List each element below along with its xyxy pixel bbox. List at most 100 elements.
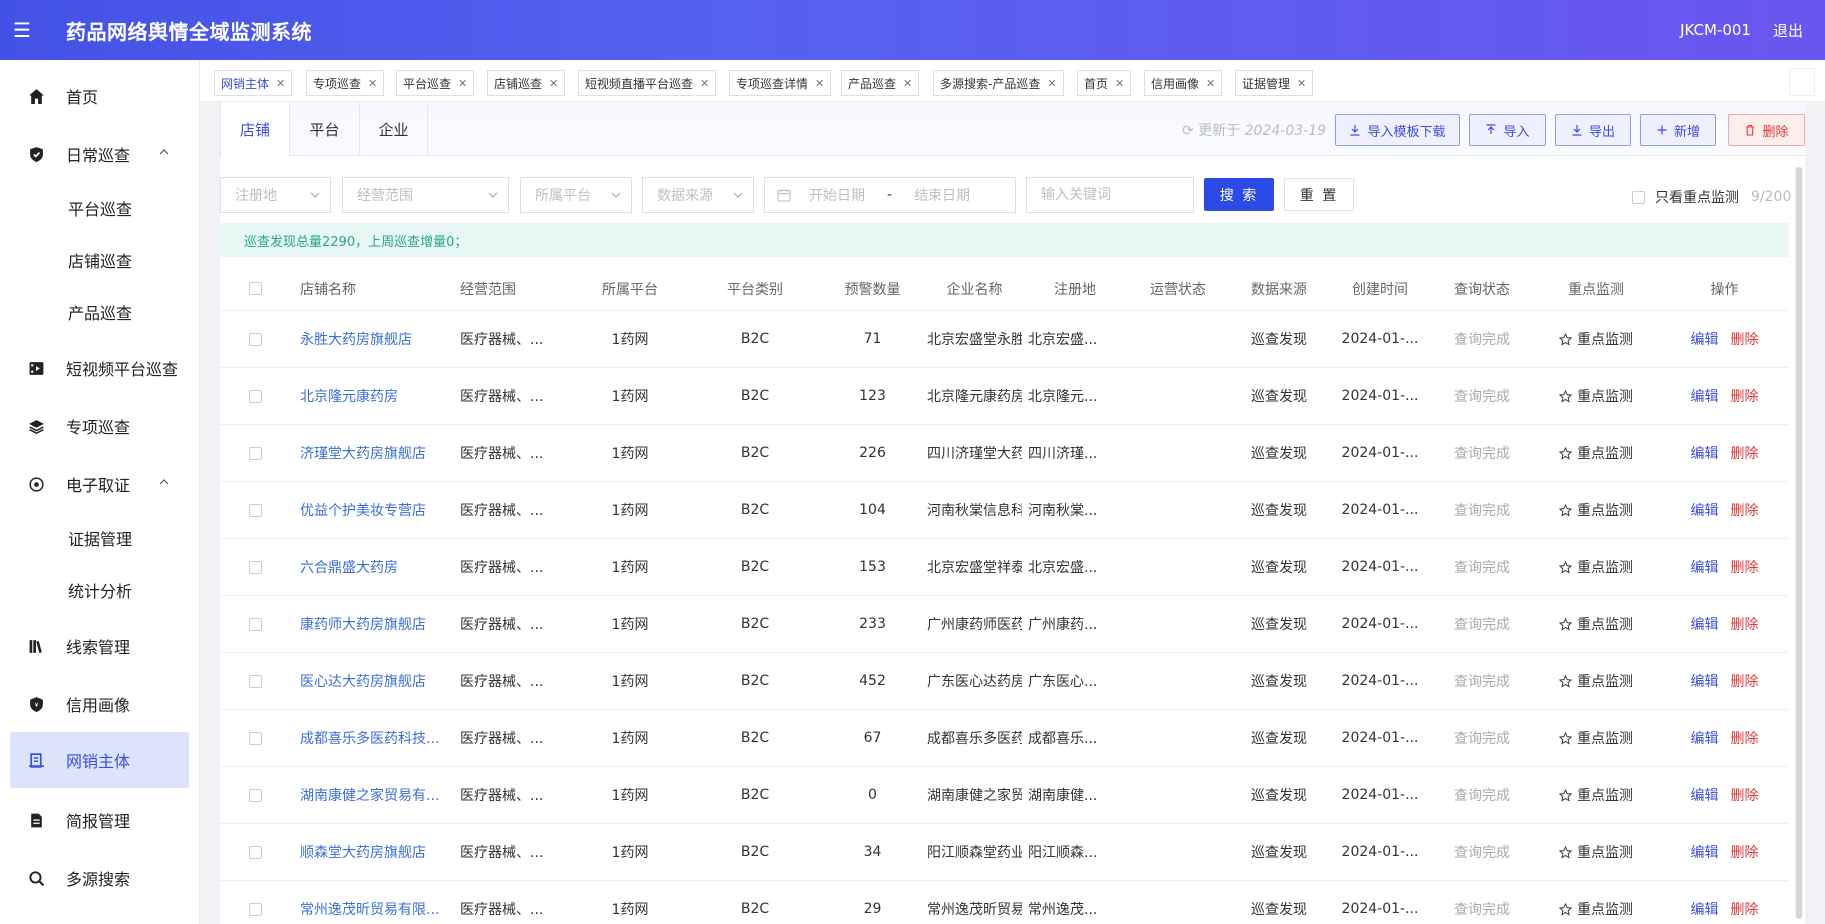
close-icon[interactable]: ✕ — [276, 77, 285, 90]
edit-link[interactable]: 编辑 — [1691, 443, 1719, 463]
focus-monitor-toggle[interactable]: 重点监测 — [1559, 557, 1633, 577]
sidebar-item-special-patrol[interactable]: 专项巡查 — [10, 398, 189, 454]
select-all-checkbox[interactable] — [248, 282, 262, 295]
focus-monitor-toggle[interactable]: 重点监测 — [1559, 500, 1633, 520]
tag-evidence-management[interactable]: 证据管理 ✕ — [1235, 70, 1314, 96]
search-button[interactable]: 搜 索 — [1204, 178, 1274, 211]
source-select[interactable]: 数据来源 — [642, 177, 754, 213]
tab-enterprise[interactable]: 企业 — [360, 102, 428, 156]
delete-link[interactable]: 删除 — [1731, 728, 1759, 748]
end-date[interactable]: 结束日期 — [914, 185, 970, 205]
focus-monitor-toggle[interactable]: 重点监测 — [1559, 614, 1633, 634]
sidebar-item-evidence-management[interactable]: 证据管理 — [10, 510, 189, 566]
row-checkbox[interactable] — [248, 332, 262, 346]
tab-shop[interactable]: 店铺 — [220, 102, 290, 157]
edit-link[interactable]: 编辑 — [1691, 557, 1719, 577]
keyword-input[interactable] — [1026, 177, 1194, 213]
edit-link[interactable]: 编辑 — [1691, 614, 1719, 634]
sidebar-item-credit-profile[interactable]: ¥ 信用画像 — [10, 676, 189, 732]
sidebar-item-home[interactable]: 首页 — [10, 68, 189, 124]
close-icon[interactable]: ✕ — [815, 77, 824, 90]
only-focus-toggle[interactable]: 只看重点监测 9/200 — [1632, 187, 1791, 207]
row-checkbox[interactable] — [248, 731, 262, 745]
delete-link[interactable]: 删除 — [1731, 500, 1759, 520]
delete-button[interactable]: 删除 — [1728, 114, 1805, 146]
close-icon[interactable]: ✕ — [903, 77, 912, 90]
region-select[interactable]: 注册地 — [220, 177, 331, 213]
tag-shop-patrol[interactable]: 店铺巡查 ✕ — [487, 70, 566, 96]
tag-multi-search-product[interactable]: 多源搜索-产品巡查 ✕ — [933, 70, 1064, 96]
tag-special-patrol-detail[interactable]: 专项巡查详情 ✕ — [729, 70, 832, 96]
delete-link[interactable]: 删除 — [1731, 842, 1759, 862]
row-checkbox[interactable] — [248, 617, 262, 631]
row-checkbox[interactable] — [248, 560, 262, 574]
only-focus-checkbox[interactable] — [1632, 190, 1645, 204]
tag-special-patrol[interactable]: 专项巡查 ✕ — [306, 70, 385, 96]
row-checkbox[interactable] — [248, 674, 262, 688]
sidebar-item-clue-management[interactable]: 线索管理 — [10, 618, 189, 674]
user-account[interactable]: JKCM-001 — [1680, 21, 1751, 39]
tag-platform-patrol[interactable]: 平台巡查 ✕ — [396, 70, 475, 96]
row-checkbox[interactable] — [248, 446, 262, 460]
shop-name-link[interactable]: 医心达大药房旗舰店 — [300, 671, 426, 691]
tag-home[interactable]: 首页 ✕ — [1077, 70, 1132, 96]
row-checkbox[interactable] — [248, 902, 262, 916]
sidebar-item-multi-search[interactable]: 多源搜索 — [10, 850, 189, 906]
delete-link[interactable]: 删除 — [1731, 386, 1759, 406]
shop-name-link[interactable]: 湖南康健之家贸易有... — [300, 785, 439, 805]
edit-link[interactable]: 编辑 — [1691, 785, 1719, 805]
focus-monitor-toggle[interactable]: 重点监测 — [1559, 329, 1633, 349]
focus-monitor-toggle[interactable]: 重点监测 — [1559, 842, 1633, 862]
download-template-button[interactable]: 导入模板下载 — [1335, 114, 1460, 146]
sidebar-item-briefing[interactable]: 简报管理 — [10, 792, 189, 848]
menu-toggle-icon[interactable]: ☰ — [0, 0, 44, 60]
close-icon[interactable]: ✕ — [1297, 77, 1306, 90]
delete-link[interactable]: 删除 — [1731, 614, 1759, 634]
delete-link[interactable]: 删除 — [1731, 785, 1759, 805]
row-checkbox[interactable] — [248, 503, 262, 517]
edit-link[interactable]: 编辑 — [1691, 842, 1719, 862]
edit-link[interactable]: 编辑 — [1691, 500, 1719, 520]
add-button[interactable]: 新增 — [1640, 114, 1716, 146]
sidebar-item-platform-patrol[interactable]: 平台巡查 — [10, 180, 189, 236]
shop-name-link[interactable]: 优益个护美妆专营店 — [300, 500, 426, 520]
platform-select[interactable]: 所属平台 — [520, 177, 632, 213]
edit-link[interactable]: 编辑 — [1691, 329, 1719, 349]
sidebar-item-e-evidence[interactable]: 电子取证 — [10, 456, 189, 512]
sidebar-item-shop-patrol[interactable]: 店铺巡查 — [10, 232, 189, 288]
delete-link[interactable]: 删除 — [1731, 329, 1759, 349]
close-icon[interactable]: ✕ — [700, 77, 709, 90]
row-checkbox[interactable] — [248, 788, 262, 802]
shop-name-link[interactable]: 康药师大药房旗舰店 — [300, 614, 426, 634]
shop-name-link[interactable]: 常州逸茂昕贸易有限... — [300, 899, 439, 919]
focus-monitor-toggle[interactable]: 重点监测 — [1559, 443, 1633, 463]
export-button[interactable]: 导出 — [1555, 114, 1631, 146]
tag-short-video-patrol[interactable]: 短视频直播平台巡查 ✕ — [578, 70, 717, 96]
delete-link[interactable]: 删除 — [1731, 443, 1759, 463]
close-icon[interactable]: ✕ — [1206, 77, 1215, 90]
sidebar-item-online-entity[interactable]: 网销主体 — [10, 732, 189, 788]
date-range-picker[interactable]: 开始日期 - 结束日期 — [764, 177, 1016, 213]
edit-link[interactable]: 编辑 — [1691, 671, 1719, 691]
edit-link[interactable]: 编辑 — [1691, 386, 1719, 406]
edit-link[interactable]: 编辑 — [1691, 899, 1719, 919]
row-checkbox[interactable] — [248, 389, 262, 403]
shop-name-link[interactable]: 六合鼎盛大药房 — [300, 557, 398, 577]
focus-monitor-toggle[interactable]: 重点监测 — [1559, 899, 1633, 919]
tab-platform[interactable]: 平台 — [290, 102, 360, 156]
sidebar-item-statistics[interactable]: 统计分析 — [10, 562, 189, 618]
reset-button[interactable]: 重 置 — [1284, 178, 1354, 211]
sidebar-item-product-patrol[interactable]: 产品巡查 — [10, 284, 189, 340]
tag-online-entity[interactable]: 网销主体 ✕ — [214, 70, 293, 96]
shop-name-link[interactable]: 北京隆元康药房 — [300, 386, 398, 406]
close-icon[interactable]: ✕ — [1047, 77, 1056, 90]
focus-monitor-toggle[interactable]: 重点监测 — [1559, 386, 1633, 406]
sidebar-item-daily-patrol[interactable]: 日常巡查 — [10, 126, 189, 182]
tags-more-button[interactable] — [1789, 68, 1815, 96]
sidebar-item-short-video-patrol[interactable]: 短视频平台巡查 — [10, 340, 189, 396]
close-icon[interactable]: ✕ — [549, 77, 558, 90]
shop-name-link[interactable]: 成都喜乐多医药科技... — [300, 728, 439, 748]
tag-product-patrol[interactable]: 产品巡查 ✕ — [841, 70, 920, 96]
shop-name-link[interactable]: 永胜大药房旗舰店 — [300, 329, 412, 349]
scrollbar-thumb[interactable] — [1796, 167, 1802, 919]
